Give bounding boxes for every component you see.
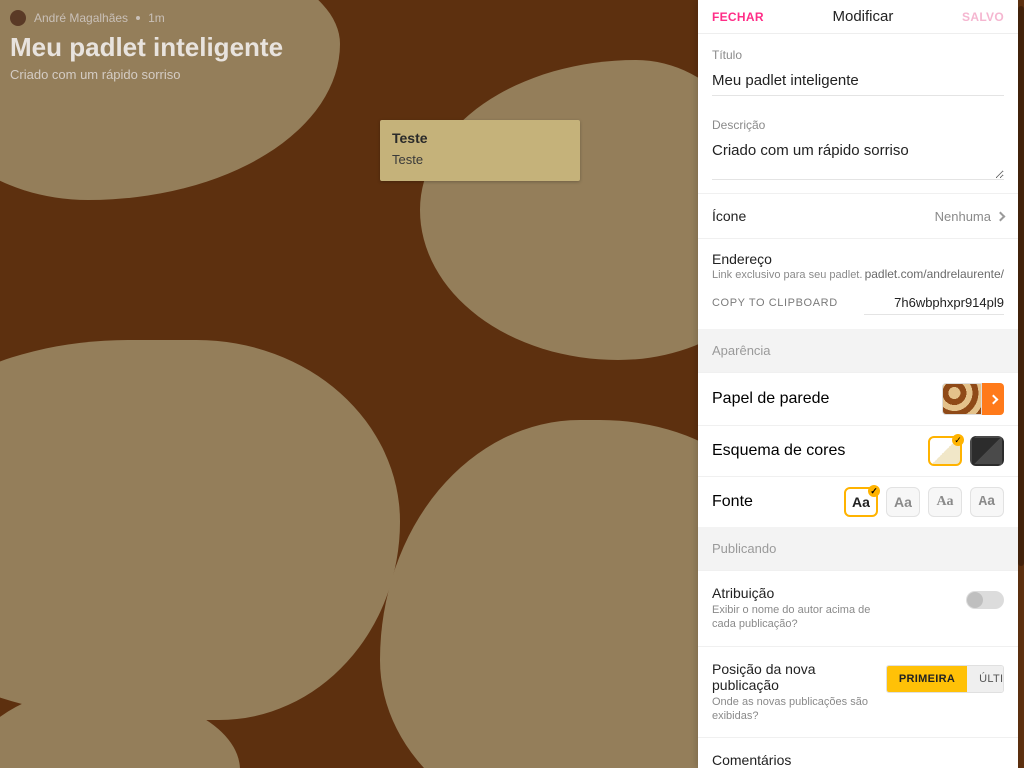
icon-value: Nenhuma [935, 209, 991, 224]
address-domain: padlet.com/andrelaurente/ [865, 267, 1004, 281]
font-option-2[interactable]: Aa [886, 487, 920, 517]
panel-scroll[interactable]: Título Descrição Ícone Nenhuma Endereço [698, 34, 1018, 768]
modify-panel: FECHAR Modificar SALVO Título Descrição … [698, 0, 1018, 768]
color-scheme-dark[interactable] [970, 436, 1004, 466]
publishing-section-header: Publicando [698, 527, 1018, 570]
chevron-right-icon [988, 394, 998, 404]
wallpaper-label: Papel de parede [712, 390, 829, 408]
panel-title: Modificar [833, 8, 894, 25]
title-input[interactable] [712, 66, 1004, 96]
author-avatar [10, 10, 26, 26]
font-glyph: Aa [979, 494, 996, 510]
post-time: 1m [148, 11, 165, 25]
chevron-right-icon [996, 211, 1006, 221]
separator-dot [136, 16, 140, 20]
address-slug-input[interactable] [864, 291, 1004, 315]
copy-to-clipboard-button[interactable]: COPY TO CLIPBOARD [712, 297, 838, 309]
font-glyph: Aa [894, 494, 912, 510]
attribution-sub: Exibir o nome do autor acima de cada pub… [712, 603, 892, 632]
new-post-last-button[interactable]: ÚLTIMA [967, 666, 1004, 692]
board-header: André Magalhães 1m Meu padlet inteligent… [10, 10, 283, 82]
check-icon: ✓ [868, 485, 880, 497]
font-glyph: Aa [936, 494, 953, 510]
wallpaper-thumb [942, 383, 982, 415]
post-card-body: Teste [392, 152, 568, 167]
wallpaper-row[interactable]: Papel de parede [698, 372, 1018, 425]
new-post-position-sub: Onde as novas publicações são exibidas? [712, 695, 876, 724]
post-card-title: Teste [392, 130, 568, 146]
font-option-4[interactable]: Aa [970, 487, 1004, 517]
font-label: Fonte [712, 493, 753, 511]
new-post-first-button[interactable]: PRIMEIRA [887, 666, 967, 692]
post-card[interactable]: Teste Teste [380, 120, 580, 181]
attribution-toggle[interactable] [966, 591, 1004, 609]
appearance-section-header: Aparência [698, 329, 1018, 372]
color-scheme-light[interactable]: ✓ [928, 436, 962, 466]
address-label: Endereço [712, 251, 862, 267]
board-subtitle: Criado com um rápido sorriso [10, 67, 283, 82]
description-input[interactable] [712, 136, 1004, 180]
close-button[interactable]: FECHAR [712, 10, 764, 24]
wallpaper-open-button[interactable] [982, 383, 1004, 415]
saved-status: SALVO [962, 10, 1004, 24]
description-label: Descrição [712, 118, 1004, 132]
font-option-3[interactable]: Aa [928, 487, 962, 517]
attribution-label: Atribuição [712, 585, 892, 601]
new-post-position-segmented: PRIMEIRA ÚLTIMA [886, 665, 1004, 693]
board-title: Meu padlet inteligente [10, 32, 283, 63]
font-glyph: Aa [852, 494, 870, 510]
font-option-1[interactable]: ✓Aa [844, 487, 878, 517]
new-post-position-label: Posição da nova publicação [712, 661, 876, 693]
icon-row[interactable]: Ícone Nenhuma [698, 193, 1018, 238]
author-name: André Magalhães [34, 11, 128, 25]
icon-label: Ícone [712, 208, 746, 224]
color-scheme-label: Esquema de cores [712, 442, 845, 460]
title-label: Título [712, 48, 1004, 62]
check-icon: ✓ [952, 434, 964, 446]
comments-label: Comentários [712, 752, 791, 768]
window-scrollbar[interactable] [1018, 0, 1024, 768]
address-sub: Link exclusivo para seu padlet. [712, 269, 862, 281]
